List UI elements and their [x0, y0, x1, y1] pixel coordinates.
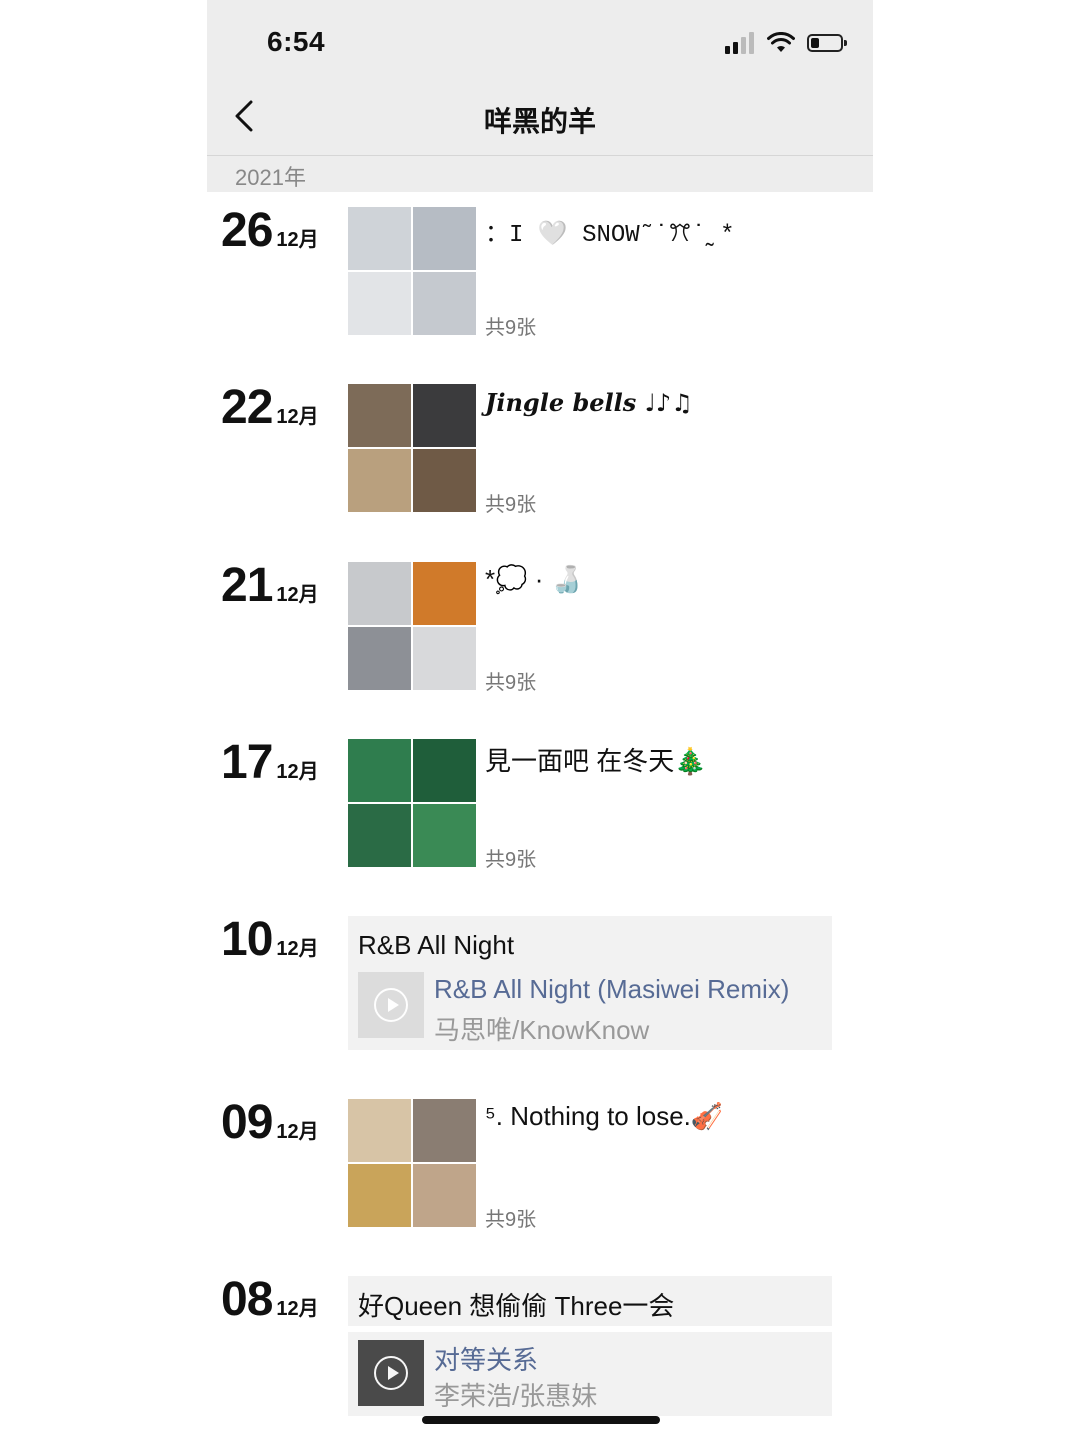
album-cover[interactable] — [358, 1340, 424, 1406]
music-post-text: R&B All Night — [358, 930, 515, 960]
song-title[interactable]: R&B All Night (Masiwei Remix) — [434, 974, 789, 1005]
home-indicator[interactable] — [422, 1416, 660, 1424]
photo-grid[interactable] — [348, 207, 476, 335]
entry-day: 08 — [221, 1273, 273, 1326]
photo-count: 共9张 — [485, 672, 537, 694]
entry-date: 09 12月 — [221, 1099, 319, 1147]
top-bar: 6:54 咩黑的羊 — [207, 0, 873, 155]
album-cover[interactable] — [358, 972, 424, 1038]
entry-date: 17 12月 — [221, 739, 319, 787]
page-title: 咩黑的羊 — [483, 106, 596, 137]
photo-grid[interactable] — [348, 1099, 476, 1227]
photo-thumbnail[interactable] — [348, 627, 411, 690]
entry-month: 12月 — [276, 1298, 319, 1320]
battery-icon — [807, 34, 847, 52]
photo-thumbnail[interactable] — [348, 272, 411, 335]
photo-thumbnail[interactable] — [413, 627, 476, 690]
entry-day: 10 — [221, 913, 273, 966]
year-header: 2021年 — [207, 156, 873, 192]
entry-month: 12月 — [276, 1121, 319, 1143]
entry-day: 17 — [221, 736, 273, 789]
battery-level — [811, 38, 819, 48]
year-label: 2021年 — [235, 165, 306, 190]
entry-date: 26 12月 — [221, 207, 319, 255]
photo-thumbnail[interactable] — [413, 804, 476, 867]
photo-thumbnail[interactable] — [348, 739, 411, 802]
entry-day: 21 — [221, 559, 273, 612]
entry-date: 08 12月 — [221, 1276, 319, 1324]
entry-date: 21 12月 — [221, 562, 319, 610]
music-share-card[interactable]: 对等关系 李荣浩/张惠妹 — [348, 1332, 832, 1416]
status-time: 6:54 — [267, 26, 326, 57]
photo-grid[interactable] — [348, 562, 476, 690]
entry-date: 10 12月 — [221, 916, 319, 964]
photo-thumbnail[interactable] — [413, 384, 476, 447]
photo-thumbnail[interactable] — [348, 1099, 411, 1162]
entry-month: 12月 — [276, 406, 319, 428]
entry-month: 12月 — [276, 584, 319, 606]
entry-caption: ⁵. Nothing to lose.🎻 — [485, 1101, 724, 1131]
entry-caption: *💭 · 🍶 — [485, 564, 583, 594]
photo-thumbnail[interactable] — [348, 562, 411, 625]
photo-thumbnail[interactable] — [413, 449, 476, 512]
song-artist: 李荣浩/张惠妹 — [434, 1381, 598, 1411]
photo-count: 共9张 — [485, 849, 537, 871]
photo-thumbnail[interactable] — [413, 562, 476, 625]
play-icon[interactable] — [374, 1356, 408, 1390]
status-icons — [725, 30, 847, 56]
entry-day: 09 — [221, 1096, 273, 1149]
photo-thumbnail[interactable] — [413, 272, 476, 335]
entry-month: 12月 — [276, 229, 319, 251]
photo-count: 共9张 — [485, 317, 537, 339]
photo-thumbnail[interactable] — [348, 384, 411, 447]
music-post-text: 好Queen 想偷偷 Three一会 — [358, 1291, 675, 1321]
photo-grid[interactable] — [348, 739, 476, 867]
moments-album-screen: 6:54 咩黑的羊 2021年 26 12月 ：I 🤍 SNOW˜˙ꔫ˙˷* 共… — [207, 0, 873, 1439]
photo-count: 共9张 — [485, 1209, 537, 1231]
photo-thumbnail[interactable] — [348, 804, 411, 867]
photo-grid[interactable] — [348, 384, 476, 512]
entry-caption: ：I 🤍 SNOW˜˙ꔫ˙˷* — [485, 222, 735, 249]
photo-thumbnail[interactable] — [348, 449, 411, 512]
photo-thumbnail[interactable] — [413, 739, 476, 802]
photo-thumbnail[interactable] — [348, 1164, 411, 1227]
photo-thumbnail[interactable] — [348, 207, 411, 270]
photo-count: 共9张 — [485, 494, 537, 516]
song-title[interactable]: 对等关系 — [434, 1340, 538, 1377]
entry-caption: Jingle bells ♩♪♫ — [485, 388, 693, 417]
photo-thumbnail[interactable] — [413, 1164, 476, 1227]
entry-day: 26 — [221, 204, 273, 257]
song-artist: 马思唯/KnowKnow — [434, 1015, 650, 1045]
entry-day: 22 — [221, 381, 273, 434]
play-icon[interactable] — [374, 988, 408, 1022]
entry-month: 12月 — [276, 761, 319, 783]
entry-date: 22 12月 — [221, 384, 319, 432]
entry-caption: 見一面吧 在冬天🎄 — [485, 746, 707, 776]
wifi-icon — [767, 32, 795, 52]
music-post-text-box[interactable]: 好Queen 想偷偷 Three一会 — [348, 1276, 832, 1326]
photo-thumbnail[interactable] — [413, 207, 476, 270]
cellular-signal-icon — [725, 32, 754, 54]
music-share-card[interactable]: R&B All Night R&B All Night (Masiwei Rem… — [348, 916, 832, 1050]
entry-month: 12月 — [276, 938, 319, 960]
photo-thumbnail[interactable] — [413, 1099, 476, 1162]
